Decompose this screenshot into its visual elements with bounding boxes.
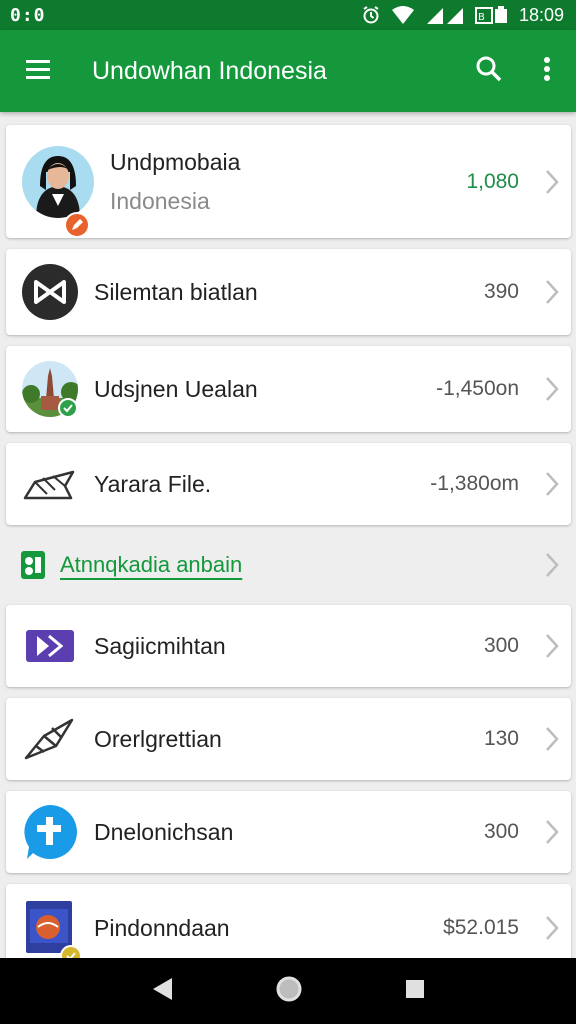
chevron-right-icon bbox=[533, 471, 571, 497]
back-triangle-icon[interactable] bbox=[150, 976, 174, 1007]
menu-icon bbox=[25, 58, 51, 85]
signal-icon bbox=[425, 5, 465, 25]
status-bar: 0:0 B 18:09 bbox=[0, 0, 576, 30]
list-item[interactable]: Yarara File. -1,380om bbox=[6, 443, 571, 525]
chevron-right-icon bbox=[533, 915, 571, 941]
search-icon bbox=[475, 55, 503, 88]
avatar-image bbox=[22, 145, 94, 218]
list-item[interactable]: Sagiicmihtan 300 bbox=[6, 605, 571, 687]
more-options-button[interactable] bbox=[518, 30, 576, 112]
verified-badge-icon bbox=[58, 398, 78, 418]
play-forward-icon bbox=[6, 628, 94, 664]
edit-badge-icon bbox=[64, 211, 90, 238]
list-item-label: Silemtan biatlan bbox=[94, 278, 258, 305]
chevron-right-icon bbox=[533, 279, 571, 305]
home-circle-icon[interactable] bbox=[275, 975, 303, 1008]
chevron-right-icon bbox=[533, 726, 571, 752]
list-item[interactable]: Dnelonichsan 300 bbox=[6, 791, 571, 873]
section-header-row[interactable]: Atnnqkadia anbain bbox=[6, 536, 571, 594]
app-title: Undowhan Indonesia bbox=[92, 56, 327, 85]
item-list: Undpmobaia Indonesia 1,080 Silemtan biat… bbox=[6, 125, 571, 983]
status-time: 18:09 bbox=[518, 4, 564, 25]
chevron-right-icon bbox=[533, 376, 571, 402]
list-item[interactable]: Orerlgrettian 130 bbox=[6, 698, 571, 780]
list-item-value: -1,450on bbox=[436, 377, 519, 400]
profile-card[interactable]: Undpmobaia Indonesia 1,080 bbox=[6, 125, 571, 238]
alarm-icon bbox=[361, 5, 381, 25]
wifi-icon bbox=[391, 5, 415, 25]
chat-bubble-plus-icon bbox=[6, 803, 94, 861]
list-item[interactable]: Silemtan biatlan 390 bbox=[6, 249, 571, 335]
file-pen-icon bbox=[6, 464, 94, 504]
profile-value: 1,080 bbox=[466, 169, 519, 193]
profile-country: Indonesia bbox=[110, 187, 210, 214]
chevron-right-icon bbox=[533, 633, 571, 659]
list-item-label: Sagiicmihtan bbox=[94, 632, 226, 659]
app-bar: Undowhan Indonesia bbox=[0, 30, 576, 112]
landmark-photo-icon bbox=[6, 360, 94, 418]
product-box-icon bbox=[6, 899, 94, 967]
list-item-value: 390 bbox=[483, 280, 519, 303]
status-left-text: 0:0 bbox=[10, 4, 46, 26]
chevron-right-icon bbox=[533, 169, 571, 195]
status-icons: B 18:09 bbox=[361, 5, 564, 26]
list-item-value: 300 bbox=[483, 820, 519, 843]
list-item-value: -1,380om bbox=[430, 472, 519, 495]
recents-square-icon[interactable] bbox=[404, 978, 426, 1005]
list-item-label: Yarara File. bbox=[94, 470, 212, 497]
more-vert-icon bbox=[543, 56, 551, 87]
section-app-icon bbox=[6, 549, 60, 581]
section-label: Atnnqkadia anbain bbox=[60, 552, 243, 577]
list-item-label: Dnelonichsan bbox=[94, 818, 234, 845]
chevron-right-icon bbox=[533, 819, 571, 845]
profile-name: Undpmobaia bbox=[110, 148, 241, 175]
chevron-right-icon bbox=[533, 552, 571, 578]
bowtie-logo-icon bbox=[6, 263, 94, 321]
list-item-value: 300 bbox=[483, 634, 519, 657]
list-item-label: Orerlgrettian bbox=[94, 725, 222, 752]
list-item-value: 130 bbox=[483, 727, 519, 750]
search-button[interactable] bbox=[460, 30, 518, 112]
battery-saver-icon: B bbox=[474, 5, 509, 25]
list-item[interactable]: Udsjnen Uealan -1,450on bbox=[6, 346, 571, 432]
avatar bbox=[6, 145, 110, 238]
list-item-label: Udsjnen Uealan bbox=[94, 375, 258, 402]
menu-button[interactable] bbox=[0, 30, 76, 112]
list-item-label: Pindonndaan bbox=[94, 914, 230, 941]
list-item-value: $52.015 bbox=[443, 916, 519, 939]
pen-nib-icon bbox=[6, 716, 94, 762]
profile-texts: Undpmobaia Indonesia bbox=[110, 149, 466, 215]
svg-text:B: B bbox=[478, 12, 485, 23]
system-nav-bar bbox=[0, 958, 576, 1024]
